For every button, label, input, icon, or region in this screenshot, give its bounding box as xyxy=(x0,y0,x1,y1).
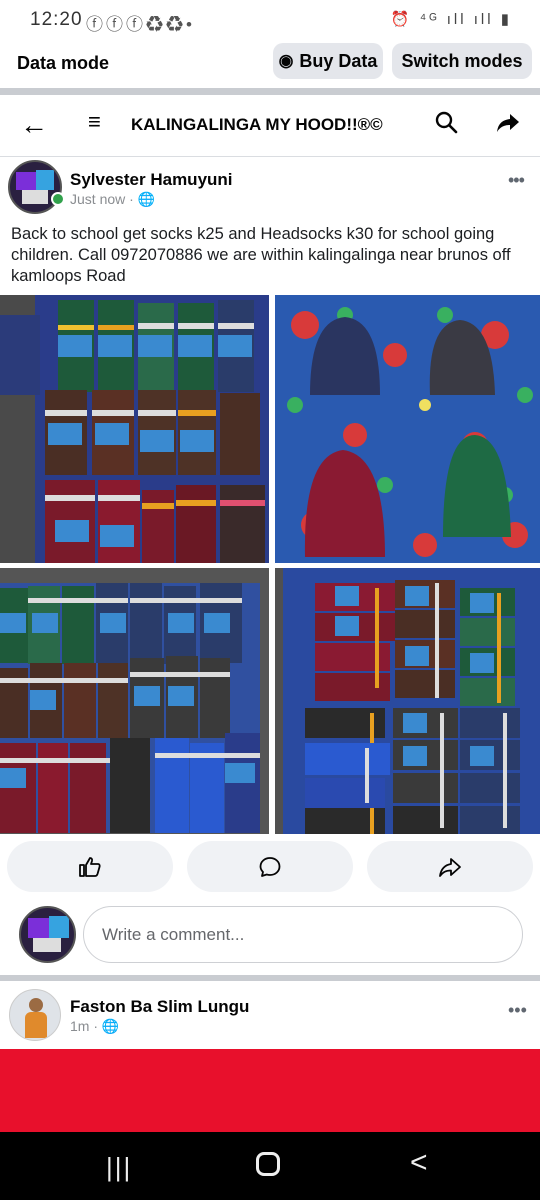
meta-separator: · xyxy=(93,1018,99,1034)
comment-composer: Write a comment... xyxy=(0,903,540,973)
share-icon xyxy=(439,857,461,877)
share-button[interactable] xyxy=(367,841,533,892)
user-avatar[interactable] xyxy=(19,906,76,963)
post-time[interactable]: Just now xyxy=(70,191,125,207)
author-avatar[interactable] xyxy=(8,160,62,214)
meta-separator: · xyxy=(129,191,134,207)
system-icons: ⏰ ⁴ᴳ ıll ıll ▮ xyxy=(390,11,512,28)
post-photo[interactable] xyxy=(0,568,269,834)
comment-input[interactable]: Write a comment... xyxy=(83,906,523,963)
post-time[interactable]: 1m xyxy=(70,1018,89,1034)
more-options-icon[interactable]: ••• xyxy=(508,1000,527,1021)
more-options-icon[interactable]: ••• xyxy=(508,170,525,191)
notification-icons: ⓕⓕⓕ♻♻• xyxy=(86,15,195,34)
post-photo[interactable] xyxy=(275,568,540,834)
author-name[interactable]: Faston Ba Slim Lungu xyxy=(70,997,249,1017)
group-title[interactable]: KALINGALINGA MY HOOD!!®© xyxy=(131,115,383,135)
post-meta: Just now · 🌐 xyxy=(70,191,155,208)
status-bar: 12:20 ⓕⓕⓕ♻♻• ⏰ ⁴ᴳ ıll ıll ▮ xyxy=(0,0,540,40)
post: Faston Ba Slim Lungu 1m · 🌐 ••• xyxy=(0,981,540,1049)
status-time: 12:20 xyxy=(30,9,83,30)
menu-icon[interactable]: ≡ xyxy=(88,109,101,135)
switch-modes-label: Switch modes xyxy=(401,50,523,71)
system-nav-bar: ||| < xyxy=(0,1132,540,1200)
globe-icon: 🌐 xyxy=(137,191,156,207)
home-icon[interactable] xyxy=(256,1152,280,1176)
buy-data-button[interactable]: ◉ Buy Data xyxy=(273,43,383,79)
back-arrow-icon[interactable]: ← xyxy=(20,109,48,141)
switch-modes-button[interactable]: Switch modes xyxy=(392,43,532,79)
author-avatar[interactable] xyxy=(9,989,61,1041)
post-meta: 1m · 🌐 xyxy=(70,1018,119,1035)
post-actions xyxy=(0,841,540,893)
post-photo[interactable] xyxy=(275,295,540,563)
buy-data-label: Buy Data xyxy=(299,50,378,71)
thumbs-up-icon xyxy=(79,856,101,877)
globe-icon: 🌐 xyxy=(101,1018,120,1034)
data-mode-label: Data mode xyxy=(17,53,110,73)
red-banner xyxy=(0,1049,540,1132)
comment-icon xyxy=(259,856,281,877)
share-arrow-icon[interactable] xyxy=(496,111,520,135)
post-text: Back to school get socks k25 and Headsoc… xyxy=(11,225,511,285)
back-icon[interactable]: < xyxy=(410,1146,428,1180)
data-mode-bar: Data mode ◉ Buy Data Switch modes xyxy=(0,40,540,88)
like-button[interactable] xyxy=(7,841,173,892)
group-header: ← ≡ KALINGALINGA MY HOOD!!®© xyxy=(0,95,540,157)
comment-button[interactable] xyxy=(187,841,353,892)
divider xyxy=(0,88,540,95)
author-name[interactable]: Sylvester Hamuyuni xyxy=(70,170,233,190)
recent-apps-icon[interactable]: ||| xyxy=(106,1152,132,1183)
broadcast-icon: ◉ xyxy=(278,51,294,70)
search-icon[interactable] xyxy=(434,110,458,134)
post-photo[interactable] xyxy=(0,295,269,563)
online-status-badge xyxy=(51,192,65,206)
